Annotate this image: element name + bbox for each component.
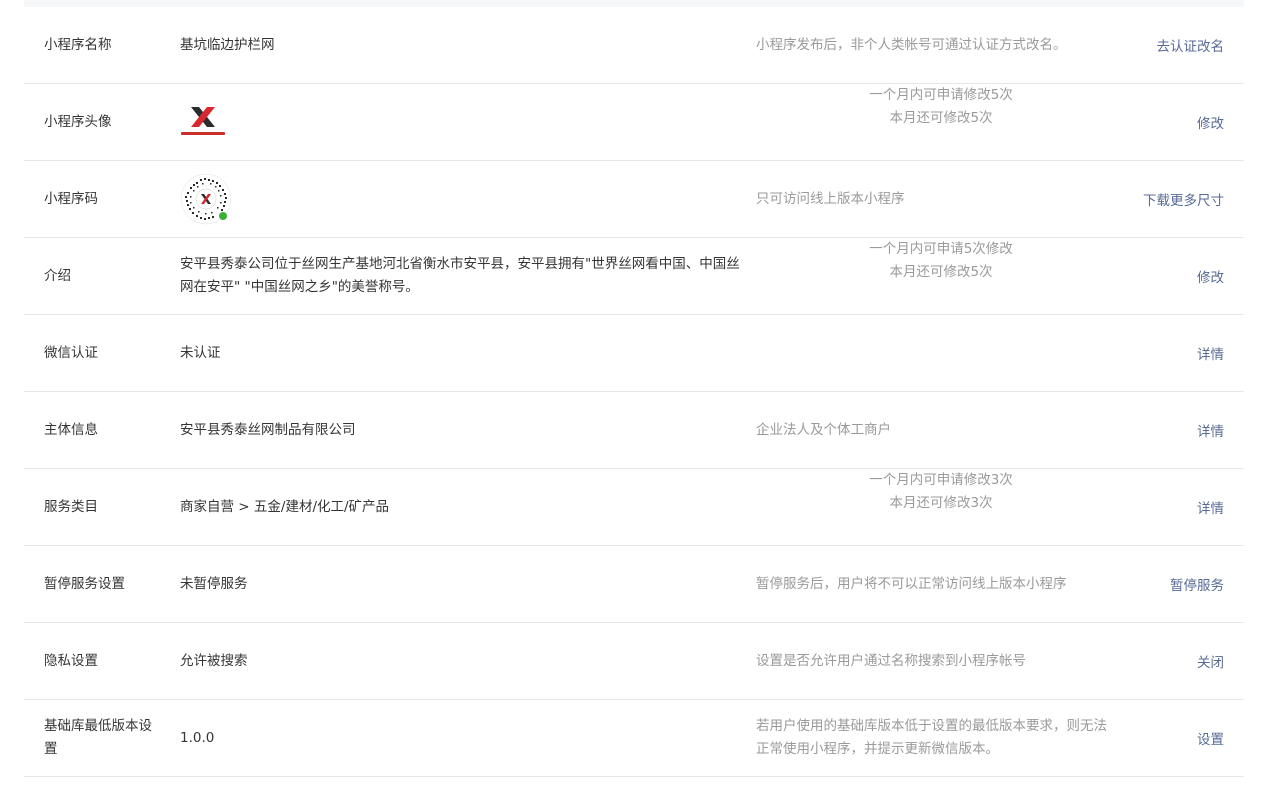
desc-line: 本月还可修改3次 — [889, 495, 993, 511]
desc-line: 一个月内可申请修改5次 — [869, 87, 1013, 103]
row-desc: 设置是否允许用户通过名称搜索到小程序帐号 — [756, 652, 1026, 669]
row-value: 允许被搜索 — [180, 652, 248, 669]
row-label: 小程序码 — [44, 190, 98, 207]
mini-program-code-icon — [180, 173, 232, 225]
row-value: 基坑临边护栏网 — [180, 36, 275, 53]
row-desc: 一个月内可申请修改3次 本月还可修改3次 — [756, 469, 1126, 545]
logo-caption-mark — [181, 132, 225, 135]
row-base-library: 基础库最低版本设置 1.0.0 若用户使用的基础库版本低于设置的最低版本要求，则… — [24, 700, 1244, 777]
logo-x-icon — [191, 107, 215, 127]
desc-line: 一个月内可申请5次修改 — [869, 241, 1013, 257]
entity-details-link[interactable]: 详情 — [1197, 420, 1224, 440]
download-sizes-link[interactable]: 下载更多尺寸 — [1143, 189, 1224, 209]
row-label: 暂停服务设置 — [44, 575, 125, 592]
row-desc: 小程序发布后，非个人类帐号可通过认证方式改名。 — [756, 36, 1067, 53]
row-desc: 一个月内可申请修改5次 本月还可修改5次 — [756, 84, 1126, 160]
row-label: 主体信息 — [44, 421, 98, 438]
row-privacy: 隐私设置 允许被搜索 设置是否允许用户通过名称搜索到小程序帐号 关闭 — [24, 623, 1244, 700]
row-category: 服务类目 商家自营 > 五金/建材/化工/矿产品 一个月内可申请修改3次 本月还… — [24, 469, 1244, 546]
row-desc: 若用户使用的基础库版本低于设置的最低版本要求，则无法正常使用小程序，并提示更新微… — [756, 718, 1107, 757]
row-label: 隐私设置 — [44, 652, 98, 669]
set-version-link[interactable]: 设置 — [1197, 728, 1224, 748]
pause-service-link[interactable]: 暂停服务 — [1170, 574, 1224, 594]
edit-avatar-link[interactable]: 修改 — [1197, 112, 1224, 132]
privacy-toggle-link[interactable]: 关闭 — [1197, 651, 1224, 671]
row-label: 小程序头像 — [44, 113, 112, 130]
row-desc: 暂停服务后，用户将不可以正常访问线上版本小程序 — [756, 575, 1067, 592]
row-pause-service: 暂停服务设置 未暂停服务 暂停服务后，用户将不可以正常访问线上版本小程序 暂停服… — [24, 546, 1244, 623]
row-qrcode: 小程序码 只可访问线上版本小程序 下载更多尺寸 — [24, 161, 1244, 238]
qrcode-cell — [180, 161, 740, 237]
category-details-link[interactable]: 详情 — [1197, 497, 1224, 517]
row-label: 服务类目 — [44, 498, 98, 515]
row-value: 未认证 — [180, 344, 221, 361]
edit-intro-link[interactable]: 修改 — [1197, 266, 1224, 286]
row-verification: 微信认证 未认证 详情 — [24, 315, 1244, 392]
row-avatar: 小程序头像 一个月内可申请修改5次 本月还可修改5次 修改 — [24, 84, 1244, 161]
row-value: 1.0.0 — [180, 729, 215, 746]
row-label: 介绍 — [44, 267, 71, 284]
avatar-cell — [180, 84, 740, 160]
top-strip — [24, 0, 1244, 7]
row-label: 基础库最低版本设置 — [44, 718, 152, 757]
row-label: 微信认证 — [44, 344, 98, 361]
row-value: 未暂停服务 — [180, 575, 248, 592]
row-value: 安平县秀泰公司位于丝网生产基地河北省衡水市安平县，安平县拥有"世界丝网看中国、中… — [180, 256, 740, 295]
row-desc: 只可访问线上版本小程序 — [756, 190, 905, 207]
desc-line: 本月还可修改5次 — [889, 110, 993, 126]
row-value: 安平县秀泰丝网制品有限公司 — [180, 421, 356, 438]
verification-details-link[interactable]: 详情 — [1197, 343, 1224, 363]
desc-line: 本月还可修改5次 — [889, 264, 993, 280]
row-entity: 主体信息 安平县秀泰丝网制品有限公司 企业法人及个体工商户 详情 — [24, 392, 1244, 469]
rename-link[interactable]: 去认证改名 — [1157, 35, 1225, 55]
row-desc: 一个月内可申请5次修改 本月还可修改5次 — [756, 238, 1126, 314]
row-value: 商家自营 > 五金/建材/化工/矿产品 — [180, 498, 390, 515]
row-label: 小程序名称 — [44, 36, 112, 53]
settings-list: 小程序名称 基坑临边护栏网 小程序发布后，非个人类帐号可通过认证方式改名。 去认… — [24, 7, 1244, 777]
avatar — [180, 99, 226, 145]
row-desc: 企业法人及个体工商户 — [756, 421, 891, 438]
desc-line: 一个月内可申请修改3次 — [869, 472, 1013, 488]
row-intro: 介绍 安平县秀泰公司位于丝网生产基地河北省衡水市安平县，安平县拥有"世界丝网看中… — [24, 238, 1244, 315]
row-name: 小程序名称 基坑临边护栏网 小程序发布后，非个人类帐号可通过认证方式改名。 去认… — [24, 7, 1244, 84]
